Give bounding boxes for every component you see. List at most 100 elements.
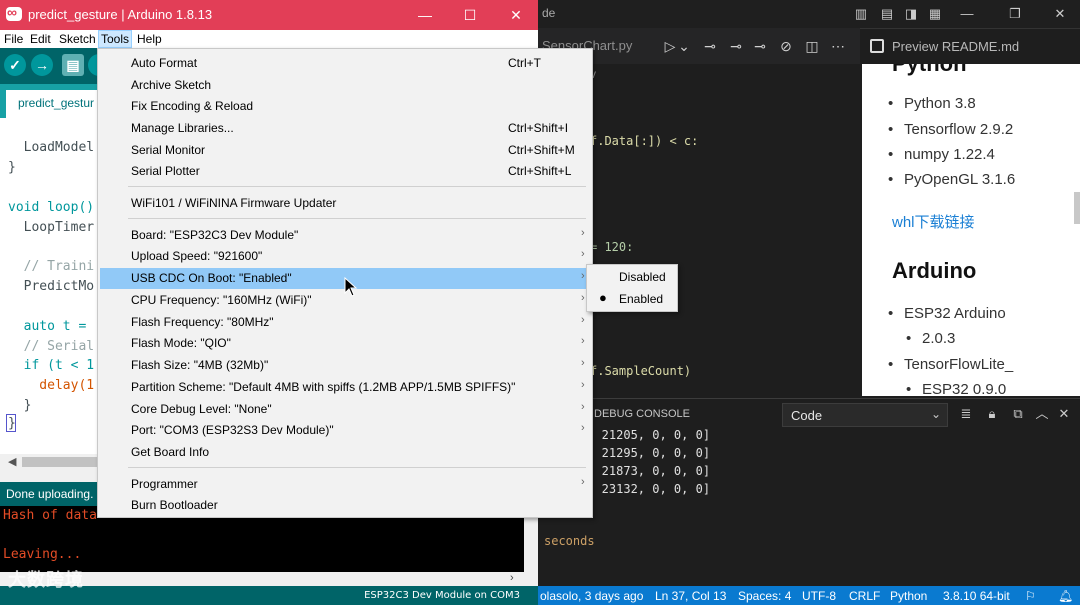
submenu-item-enabled[interactable]: ● Enabled bbox=[589, 289, 675, 310]
usb-cdc-submenu: Disabled ● Enabled bbox=[586, 264, 678, 312]
language-mode[interactable]: Python bbox=[890, 589, 927, 603]
submenu-arrow-icon: › bbox=[581, 379, 585, 391]
tab-label: Preview README.md bbox=[892, 39, 1020, 54]
toggle-panel-icon[interactable]: ▤ bbox=[878, 5, 896, 23]
git-commit-icon[interactable]: ⊸ bbox=[700, 37, 720, 55]
menu-item-flash-size[interactable]: Flash Size: "4MB (32Mb)" › bbox=[100, 355, 590, 376]
menu-item-label: Programmer bbox=[131, 477, 198, 491]
submenu-arrow-icon: › bbox=[581, 335, 585, 347]
open-editor-icon[interactable]: ⧉ bbox=[1010, 406, 1026, 422]
git-blame[interactable]: olasolo, 3 days ago bbox=[540, 589, 643, 603]
minimize-icon[interactable]: — bbox=[958, 5, 976, 23]
preview-icon bbox=[870, 39, 884, 53]
menu-item-archive-sketch[interactable]: Archive Sketch bbox=[100, 75, 590, 96]
tab-predict-gesture[interactable]: predict_gestur bbox=[6, 90, 98, 118]
split-editor-icon[interactable]: ◫ bbox=[802, 37, 822, 55]
more-actions-icon[interactable]: ⋯ bbox=[828, 37, 848, 55]
list-item: numpy 1.22.4 bbox=[888, 146, 995, 163]
menu-item-burn-bootloader[interactable]: Burn Bootloader bbox=[100, 495, 590, 516]
menu-tools[interactable]: Tools bbox=[98, 30, 133, 48]
indentation[interactable]: Spaces: 4 bbox=[738, 589, 791, 603]
submenu-arrow-icon: › bbox=[581, 357, 585, 369]
code-line: // Traini bbox=[8, 259, 95, 274]
python-interpreter[interactable]: 3.8.10 64-bit bbox=[943, 589, 1010, 603]
clear-output-icon[interactable]: ≣ bbox=[958, 406, 974, 422]
verify-icon[interactable]: ✓ bbox=[4, 54, 26, 76]
maximize-icon[interactable]: ☐ bbox=[458, 4, 482, 26]
menu-item-serial-monitor[interactable]: Serial Monitor Ctrl+Shift+M bbox=[100, 140, 590, 161]
menu-item-auto-format[interactable]: Auto Format Ctrl+T bbox=[100, 53, 590, 74]
whl-download-link[interactable]: whl下载链接 bbox=[892, 211, 975, 232]
scroll-right-icon[interactable]: › bbox=[510, 572, 514, 584]
panel-header: DEBUG CONSOLE Code ⌄ ≣ 🔒︎ ⧉ ︿ ✕ bbox=[538, 398, 1080, 430]
submenu-arrow-icon: › bbox=[581, 248, 585, 260]
git-prev-icon[interactable]: ⊸ bbox=[726, 37, 746, 55]
submenu-item-label: Disabled bbox=[619, 270, 666, 284]
notifications-icon[interactable]: 🔔︎ bbox=[1058, 589, 1073, 603]
menu-item-flash-mode[interactable]: Flash Mode: "QIO" › bbox=[100, 333, 590, 354]
arduino-titlebar: predict_gesture | Arduino 1.8.13 — ☐ ✕ bbox=[0, 0, 538, 30]
submenu-arrow-icon: › bbox=[581, 292, 585, 304]
menu-item-firmware-updater[interactable]: WiFi101 / WiFiNINA Firmware Updater bbox=[100, 193, 590, 214]
code-text: f.Data[:]) < c: bbox=[590, 134, 699, 148]
submenu-arrow-icon: › bbox=[581, 422, 585, 434]
close-icon[interactable]: ✕ bbox=[504, 4, 528, 26]
code-line: delay(1 bbox=[8, 378, 95, 393]
submenu-arrow-icon: › bbox=[581, 270, 585, 282]
menu-item-manage-libraries[interactable]: Manage Libraries... Ctrl+Shift+I bbox=[100, 118, 590, 139]
customize-layout-icon[interactable]: ▦ bbox=[926, 5, 944, 23]
timeline-icon[interactable]: ⊘ bbox=[776, 37, 796, 55]
menu-edit[interactable]: Edit bbox=[30, 32, 51, 46]
close-panel-icon[interactable]: ✕ bbox=[1056, 406, 1072, 422]
list-item: TensorFlowLite_ bbox=[888, 356, 1013, 373]
toggle-secondary-sidebar-icon[interactable]: ◨ bbox=[902, 5, 920, 23]
menu-help[interactable]: Help bbox=[137, 32, 162, 46]
menu-item-port[interactable]: Port: "COM3 (ESP32S3 Dev Module)" › bbox=[100, 420, 590, 441]
radio-selected-icon: ● bbox=[599, 290, 607, 305]
menu-sketch[interactable]: Sketch bbox=[59, 32, 96, 46]
menu-item-flash-frequency[interactable]: Flash Frequency: "80MHz" › bbox=[100, 312, 590, 333]
menu-item-label: Flash Mode: "QIO" bbox=[131, 336, 231, 350]
menubar: File Edit Sketch Tools Help bbox=[0, 30, 538, 48]
menu-item-core-debug-level[interactable]: Core Debug Level: "None" › bbox=[100, 399, 590, 420]
menu-item-label: USB CDC On Boot: "Enabled" bbox=[131, 271, 292, 285]
submenu-arrow-icon: › bbox=[581, 314, 585, 326]
scroll-left-icon[interactable]: ◀ bbox=[8, 455, 16, 468]
list-item-continued: ESP32 0.9.0 bbox=[906, 381, 1006, 396]
list-item: ESP32 Arduino bbox=[888, 305, 1006, 322]
list-item: PyOpenGL 3.1.6 bbox=[888, 171, 1015, 188]
cursor-position[interactable]: Ln 37, Col 13 bbox=[655, 589, 726, 603]
code-line: f.SampleCount) bbox=[590, 364, 691, 378]
menu-item-serial-plotter[interactable]: Serial Plotter Ctrl+Shift+L bbox=[100, 161, 590, 182]
code-text: = 120: bbox=[590, 240, 634, 254]
submenu-item-disabled[interactable]: Disabled bbox=[589, 267, 675, 288]
menu-item-label: Flash Size: "4MB (32Mb)" bbox=[131, 358, 269, 372]
restore-icon[interactable]: ❐ bbox=[1006, 5, 1024, 23]
end-of-line[interactable]: CRLF bbox=[849, 589, 880, 603]
tab-debug-console[interactable]: DEBUG CONSOLE bbox=[594, 408, 690, 420]
menu-item-upload-speed[interactable]: Upload Speed: "921600" › bbox=[100, 246, 590, 267]
git-next-icon[interactable]: ⊸ bbox=[750, 37, 770, 55]
toggle-sidebar-icon[interactable]: ▥ bbox=[852, 5, 870, 23]
menu-item-board[interactable]: Board: "ESP32C3 Dev Module" › bbox=[100, 225, 590, 246]
tab-preview-readme[interactable]: Preview README.md bbox=[860, 28, 1080, 64]
encoding[interactable]: UTF-8 bbox=[802, 589, 836, 603]
close-icon[interactable]: ✕ bbox=[1051, 5, 1069, 23]
menu-item-fix-encoding[interactable]: Fix Encoding & Reload bbox=[100, 96, 590, 117]
menu-item-partition-scheme[interactable]: Partition Scheme: "Default 4MB with spif… bbox=[100, 377, 590, 398]
upload-icon[interactable]: → bbox=[31, 54, 53, 76]
menu-file[interactable]: File bbox=[4, 32, 23, 46]
run-dropdown-icon[interactable]: ⌄ bbox=[674, 37, 694, 55]
feedback-icon[interactable]: ⚐ bbox=[1025, 589, 1036, 603]
board-port-status: ESP32C3 Dev Module on COM3 bbox=[364, 590, 520, 601]
new-sketch-icon[interactable]: ▤ bbox=[62, 54, 84, 76]
menu-item-programmer[interactable]: Programmer › bbox=[100, 474, 590, 495]
maximize-panel-icon[interactable]: ︿ bbox=[1034, 406, 1050, 422]
code-line: LoopTimer bbox=[8, 220, 95, 235]
minimize-icon[interactable]: — bbox=[413, 4, 437, 26]
lock-scroll-icon[interactable]: 🔒︎ bbox=[984, 406, 1000, 422]
menu-item-get-board-info[interactable]: Get Board Info bbox=[100, 442, 590, 463]
code-line: } bbox=[8, 160, 16, 175]
output-channel-select[interactable]: Code ⌄ bbox=[782, 403, 948, 427]
preview-scrollbar[interactable] bbox=[1074, 192, 1080, 224]
